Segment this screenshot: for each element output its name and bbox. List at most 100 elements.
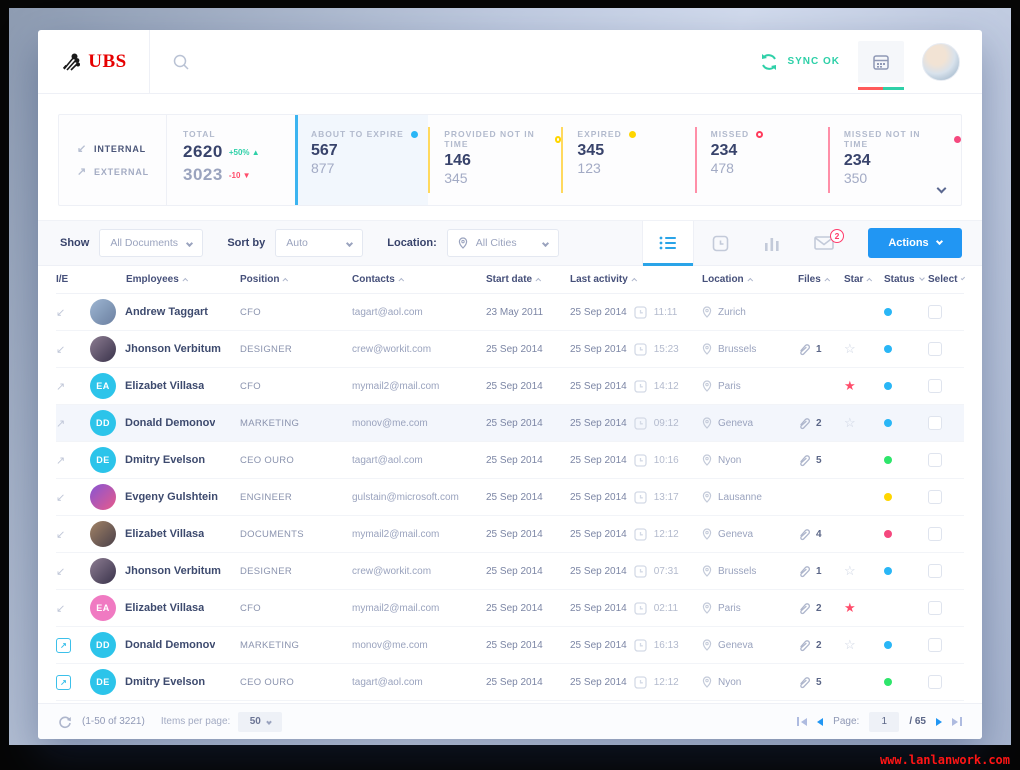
star-icon[interactable]: ☆ bbox=[844, 563, 884, 579]
row-checkbox[interactable] bbox=[928, 675, 942, 689]
row-checkbox[interactable] bbox=[928, 379, 942, 393]
page-input[interactable] bbox=[869, 711, 900, 732]
last-page-button[interactable] bbox=[952, 717, 962, 726]
files-cell[interactable] bbox=[798, 491, 844, 504]
show-dropdown[interactable]: All Documents bbox=[99, 229, 204, 257]
files-cell[interactable]: 1 bbox=[798, 343, 844, 356]
star-icon[interactable]: ☆ bbox=[844, 415, 884, 431]
employee-cell: DD Donald Demonov bbox=[90, 410, 240, 436]
table-row[interactable]: ↙ EA Elizabet Villasa CFO mymail2@mail.c… bbox=[56, 590, 964, 627]
row-checkbox[interactable] bbox=[928, 342, 942, 356]
external-filter[interactable]: ↗ EXTERNAL bbox=[77, 165, 166, 178]
files-cell[interactable]: 1 bbox=[798, 565, 844, 578]
table-row[interactable]: ↙ Evgeny Gulshtein ENGINEER gulstain@mic… bbox=[56, 479, 964, 516]
page-label: Page: bbox=[833, 716, 860, 727]
avatar: DD bbox=[90, 410, 116, 436]
table-row[interactable]: ↙ Jhonson Verbitum DESIGNER crew@workit.… bbox=[56, 553, 964, 590]
stat-card[interactable]: MISSED 234 478 bbox=[694, 115, 828, 205]
location-dropdown[interactable]: All Cities bbox=[446, 229, 559, 257]
status-cell bbox=[884, 308, 928, 316]
column-header-location[interactable]: Location bbox=[702, 274, 798, 285]
table-row[interactable]: ↗ DD Donald Demonov MARKETING monov@me.c… bbox=[56, 627, 964, 664]
row-checkbox[interactable] bbox=[928, 490, 942, 504]
files-cell[interactable]: 2 bbox=[798, 417, 844, 430]
column-header-select[interactable]: Select bbox=[928, 274, 966, 285]
list-view-tab[interactable] bbox=[642, 221, 694, 266]
column-header-files[interactable]: Files bbox=[798, 274, 844, 285]
location-name: Brussels bbox=[718, 343, 757, 355]
select-cell bbox=[928, 564, 964, 578]
location-cell: Geneva bbox=[702, 417, 798, 429]
chevron-down-icon bbox=[186, 239, 194, 247]
first-page-button[interactable] bbox=[797, 717, 808, 726]
star-icon[interactable]: ★ bbox=[844, 378, 884, 394]
table-row[interactable]: ↗ DE Dmitry Evelson CEO OURO tagart@aol.… bbox=[56, 442, 964, 479]
clock-icon bbox=[634, 416, 647, 430]
column-header-star[interactable]: Star bbox=[844, 274, 884, 285]
activity-date: 25 Sep 2014 bbox=[570, 491, 627, 503]
table-row[interactable]: ↗ DD Donald Demonov MARKETING monov@me.c… bbox=[56, 405, 964, 442]
export-icon[interactable]: ↗ bbox=[56, 637, 71, 653]
table-row[interactable]: ↙ Andrew Taggart CFO tagart@aol.com 23 M… bbox=[56, 294, 964, 331]
column-header-last-activity[interactable]: Last activity bbox=[570, 274, 702, 285]
chart-view-tab[interactable] bbox=[746, 221, 798, 265]
time-view-tab[interactable] bbox=[694, 221, 746, 265]
table-row[interactable]: ↗ DE Dmitry Evelson CEO OURO tagart@aol.… bbox=[56, 664, 964, 701]
location-cell: Nyon bbox=[702, 676, 798, 688]
last-activity-cell: 25 Sep 2014 15:23 bbox=[570, 342, 702, 356]
next-page-button[interactable] bbox=[936, 717, 942, 726]
stats-panel: ↙ INTERNAL ↗ EXTERNAL TOTAL 2620 +50% ▲ bbox=[58, 114, 962, 206]
table-row[interactable]: ↗ EA Elizabet Villasa CFO mymail2@mail.c… bbox=[56, 368, 964, 405]
row-checkbox[interactable] bbox=[928, 527, 942, 541]
actions-button[interactable]: Actions bbox=[868, 228, 962, 258]
export-icon[interactable]: ↗ bbox=[56, 674, 71, 690]
star-icon[interactable]: ★ bbox=[844, 600, 884, 616]
files-cell[interactable]: 2 bbox=[798, 639, 844, 652]
items-per-page-select[interactable]: 50 bbox=[238, 711, 283, 732]
files-cell[interactable] bbox=[798, 380, 844, 393]
status-dot-icon bbox=[884, 530, 892, 538]
row-checkbox[interactable] bbox=[928, 564, 942, 578]
table-row[interactable]: ↙ Elizabet Villasa DOCUMENTS mymail2@mai… bbox=[56, 516, 964, 553]
table-row[interactable]: ↙ Jhonson Verbitum DESIGNER crew@workit.… bbox=[56, 331, 964, 368]
row-checkbox[interactable] bbox=[928, 601, 942, 615]
time-view-icon bbox=[712, 235, 728, 251]
sync-status[interactable]: SYNC OK bbox=[759, 52, 840, 72]
prev-page-button[interactable] bbox=[817, 717, 824, 726]
row-checkbox[interactable] bbox=[928, 638, 942, 652]
files-cell[interactable]: 2 bbox=[798, 602, 844, 615]
column-header-position[interactable]: Position bbox=[240, 274, 352, 285]
row-checkbox[interactable] bbox=[928, 453, 942, 467]
row-checkbox[interactable] bbox=[928, 305, 942, 319]
map-pin-icon bbox=[458, 237, 467, 249]
stat-card[interactable]: PROVIDED NOT IN TIME 146 345 bbox=[428, 115, 562, 205]
files-cell[interactable]: 4 bbox=[798, 528, 844, 541]
stat-card[interactable]: EXPIRED 345 123 bbox=[561, 115, 694, 205]
ubs-logo[interactable]: UBS bbox=[38, 30, 150, 93]
activity-time: 15:23 bbox=[653, 343, 679, 355]
refresh-icon[interactable] bbox=[58, 715, 72, 729]
column-header-start-date[interactable]: Start date bbox=[486, 274, 570, 285]
row-checkbox[interactable] bbox=[928, 416, 942, 430]
column-header-employees[interactable]: Employees bbox=[90, 274, 240, 285]
location-name: Geneva bbox=[718, 417, 754, 429]
stat-card-edge bbox=[827, 127, 830, 193]
mail-view-tab[interactable]: 2 bbox=[798, 221, 850, 265]
files-cell[interactable]: 5 bbox=[798, 676, 844, 689]
calendar-button[interactable] bbox=[858, 40, 904, 90]
internal-filter[interactable]: ↙ INTERNAL bbox=[77, 142, 166, 155]
sort-dropdown[interactable]: Auto bbox=[275, 229, 364, 257]
column-header-contacts[interactable]: Contacts bbox=[352, 274, 486, 285]
search-icon[interactable] bbox=[172, 53, 190, 71]
stat-card[interactable]: ABOUT TO EXPIRE 567 877 bbox=[295, 115, 429, 205]
files-cell[interactable]: 5 bbox=[798, 454, 844, 467]
column-header-i-e[interactable]: I/E bbox=[56, 274, 90, 285]
user-avatar[interactable] bbox=[922, 42, 960, 81]
status-dot-icon bbox=[884, 567, 892, 575]
stats-expand-button[interactable] bbox=[936, 179, 947, 197]
ie-cell: ↙ bbox=[56, 491, 90, 504]
files-cell[interactable] bbox=[798, 306, 844, 319]
star-icon[interactable]: ☆ bbox=[844, 637, 884, 653]
star-icon[interactable]: ☆ bbox=[844, 341, 884, 357]
column-header-status[interactable]: Status bbox=[884, 274, 928, 285]
